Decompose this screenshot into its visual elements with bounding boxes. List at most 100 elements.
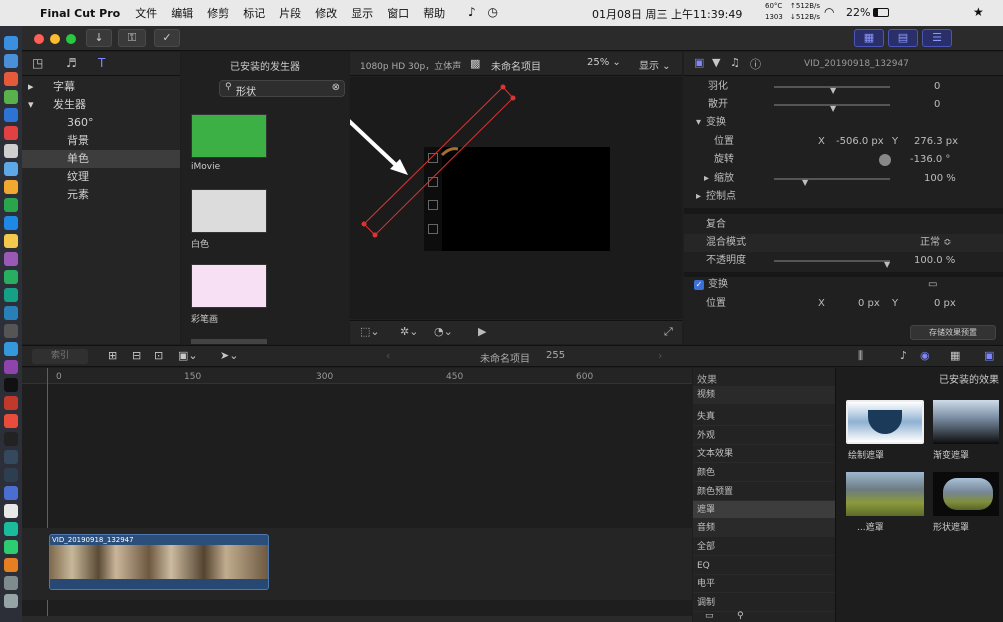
play-button[interactable]: ▶ — [478, 325, 486, 338]
dock-app-icon[interactable] — [4, 468, 18, 482]
feather-row[interactable]: 羽化 ▼ 0 — [684, 78, 994, 96]
generator-thumb-partial[interactable] — [191, 339, 267, 344]
menu-mark[interactable]: 标记 — [243, 5, 265, 21]
position2-y-value[interactable]: 0 px — [934, 295, 956, 313]
opacity-value[interactable]: 100.0 % — [914, 252, 955, 270]
save-preset-button[interactable]: 存储效果预置 — [910, 325, 996, 340]
keyword-icon[interactable]: ⚿ — [118, 29, 146, 47]
menu-trim[interactable]: 修剪 — [207, 5, 229, 21]
position2-x-value[interactable]: 0 px — [858, 295, 880, 313]
dock-app-icon[interactable] — [4, 162, 18, 176]
dock-app-icon[interactable] — [4, 54, 18, 68]
timeline[interactable]: 0 150 300 450 600 VID_20190918_132947 — [22, 368, 692, 622]
opacity-row[interactable]: 不透明度 ▼ 100.0 % — [684, 252, 994, 270]
dock-app-icon[interactable] — [4, 234, 18, 248]
scale-value[interactable]: 100 % — [924, 170, 956, 188]
blend-mode-row[interactable]: 混合模式 正常 ≎ — [684, 234, 1003, 252]
timeline-ruler[interactable]: 0 150 300 450 600 — [22, 368, 692, 384]
sidebar-item-titles[interactable]: ▸ 字幕 — [22, 78, 180, 96]
next-arrow-icon[interactable]: › — [658, 349, 662, 362]
dock-app-icon[interactable] — [4, 198, 18, 212]
dock-app-icon[interactable] — [4, 396, 18, 410]
effect-thumb-draw-mask[interactable] — [846, 400, 924, 444]
status-icons[interactable]: ♪ ◷ — [468, 5, 502, 19]
effect-thumb-gradient-mask[interactable] — [933, 400, 999, 444]
effects-category-modulation[interactable]: 调制 — [693, 594, 835, 612]
dock-app-icon[interactable] — [4, 360, 18, 374]
background-tasks-icon[interactable]: ✓ — [154, 29, 180, 47]
effects-category-video[interactable]: 视频 — [693, 386, 835, 404]
timeline-clip[interactable]: VID_20190918_132947 — [49, 534, 269, 590]
video-inspector-icon[interactable]: ▣ — [694, 56, 704, 69]
dock-app-icon[interactable] — [4, 540, 18, 554]
menu-clip[interactable]: 片段 — [279, 5, 301, 21]
transform2-section[interactable]: ✓ 变换 ▭ — [684, 276, 994, 294]
viewer-canvas[interactable] — [350, 77, 682, 319]
enhance-tool-icon[interactable]: ✲⌄ — [400, 325, 418, 338]
control-points-row[interactable]: ▸ 控制点 — [684, 188, 994, 206]
dock-app-icon[interactable] — [4, 324, 18, 338]
disclosure-icon[interactable]: ▾ — [696, 114, 701, 132]
generator-thumb-imovie[interactable] — [191, 114, 267, 158]
position2-row[interactable]: 位置 X 0 px Y 0 px — [684, 295, 994, 313]
display-menu[interactable]: 显示 ⌄ — [639, 57, 671, 72]
dock-app-icon[interactable] — [4, 432, 18, 446]
onscreen-controls-icon[interactable]: ▭ — [928, 276, 937, 294]
insert-clip-icon[interactable]: ⊟ — [132, 349, 141, 362]
audio-inspector-icon[interactable]: ♫ — [730, 56, 740, 69]
feather-value[interactable]: 0 — [934, 78, 940, 96]
dock-app-icon[interactable] — [4, 522, 18, 536]
position-y-value[interactable]: 276.3 px — [914, 133, 958, 151]
position-row[interactable]: 位置 X -506.0 px Y 276.3 px — [684, 133, 994, 151]
generator-thumb-pastel[interactable] — [191, 264, 267, 308]
effects-category-masks[interactable]: 遮罩 — [693, 501, 835, 519]
disclosure-icon[interactable]: ▾ — [28, 98, 37, 111]
search-icon[interactable]: ⚲ — [737, 611, 744, 621]
close-button[interactable] — [34, 34, 44, 44]
import-button[interactable]: ↓ — [86, 29, 112, 47]
transform-section[interactable]: ▾ 变换 — [684, 114, 994, 132]
effects-category-levels[interactable]: 电平 — [693, 575, 835, 593]
menu-help[interactable]: 帮助 — [423, 5, 445, 21]
photos-icon[interactable]: ◳ — [32, 56, 43, 70]
wifi-icon[interactable]: ◠ — [824, 5, 834, 19]
libraries-toggle-button[interactable]: ▦ — [854, 29, 884, 47]
effects-category-stylize[interactable]: 外观 — [693, 427, 835, 445]
clip-appearance-icon[interactable]: ▦ — [950, 349, 960, 362]
dock-app-icon[interactable] — [4, 450, 18, 464]
append-clip-icon[interactable]: ⊡ — [154, 349, 163, 362]
spread-value[interactable]: 0 — [934, 96, 940, 114]
zoom-button[interactable] — [66, 34, 76, 44]
menu-edit[interactable]: 编辑 — [171, 5, 193, 21]
battery-percent[interactable]: 22% — [846, 6, 870, 19]
select-tool-icon[interactable]: ➤⌄ — [220, 349, 238, 362]
sidebar-item-textures[interactable]: 纹理 — [22, 168, 180, 186]
dock-app-icon[interactable] — [4, 126, 18, 140]
scale-row[interactable]: ▸ 缩放 ▼ 100 % — [684, 170, 994, 188]
effects-category-color-presets[interactable]: 颜色预置 — [693, 483, 835, 501]
opacity-slider[interactable] — [774, 260, 890, 262]
disclosure-icon[interactable]: ▸ — [704, 170, 709, 188]
rotation-dial[interactable] — [879, 154, 891, 166]
effects-category-audio[interactable]: 音频 — [693, 519, 835, 537]
dock-app-icon[interactable] — [4, 288, 18, 302]
audio-skimming-icon[interactable]: ♪ — [900, 349, 907, 362]
transform-tool-icon[interactable]: ⬚⌄ — [360, 325, 380, 338]
rotation-row[interactable]: 旋转 -136.0 ° — [684, 151, 994, 169]
effects-browser-icon[interactable]: ▣ — [984, 349, 994, 362]
mask-overlay[interactable] — [350, 77, 682, 319]
clock[interactable]: 01月08日 周三 上午11:39:49 — [592, 6, 742, 22]
browser-header[interactable]: 已安装的发生器 — [181, 58, 349, 73]
dock-app-icon[interactable] — [4, 594, 18, 608]
fullscreen-icon[interactable]: ⤢ — [664, 325, 673, 339]
titles-icon[interactable]: T — [98, 56, 105, 70]
disclosure-icon[interactable]: ▸ — [696, 188, 701, 206]
zoom-menu[interactable]: 25% ⌄ — [587, 57, 621, 68]
overwrite-clip-icon[interactable]: ▣⌄ — [178, 349, 198, 362]
disclosure-icon[interactable]: ▸ — [28, 80, 37, 93]
prev-arrow-icon[interactable]: ‹ — [386, 349, 390, 362]
dock-app-icon[interactable] — [4, 486, 18, 500]
sidebar-item-solids[interactable]: 单色 — [22, 150, 180, 168]
search-input[interactable]: 形状 — [236, 83, 256, 98]
generator-thumb-white[interactable] — [191, 189, 267, 233]
